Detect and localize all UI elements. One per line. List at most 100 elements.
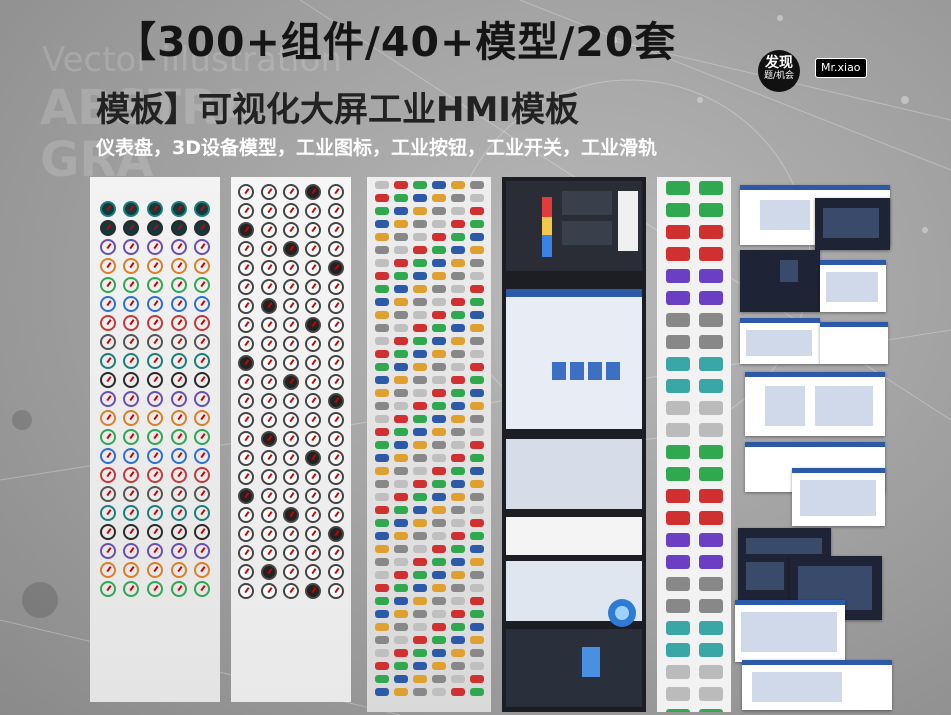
control-button-icon xyxy=(431,298,446,306)
gauge-icon xyxy=(99,543,116,559)
gauge-icon xyxy=(123,524,140,540)
control-button-icon xyxy=(374,402,389,410)
equipment-model-icon xyxy=(665,467,690,481)
control-button-icon xyxy=(469,363,484,371)
equipment-model-icon xyxy=(665,599,690,613)
meter-icon xyxy=(238,374,255,390)
control-button-icon xyxy=(393,233,408,241)
control-button-icon xyxy=(374,311,389,319)
equipment-model-icon xyxy=(665,357,690,371)
control-button-icon xyxy=(393,636,408,644)
control-button-icon xyxy=(469,311,484,319)
equipment-model-icon xyxy=(665,313,690,327)
meter-icon xyxy=(282,279,299,295)
control-button-icon xyxy=(450,363,465,371)
gauge-icon xyxy=(99,448,116,464)
control-button-icon xyxy=(393,350,408,358)
meter-icon xyxy=(327,298,344,314)
control-button-icon xyxy=(393,207,408,215)
gauge-icon xyxy=(123,391,140,407)
gauge-icon xyxy=(99,315,116,331)
control-button-icon xyxy=(393,688,408,696)
equipment-model-icon xyxy=(665,401,690,415)
gauge-icon xyxy=(123,201,140,217)
control-button-icon xyxy=(431,363,446,371)
control-button-icon xyxy=(412,441,427,449)
gauge-icon xyxy=(170,524,187,540)
equipment-model-icon xyxy=(665,445,690,459)
equipment-model-icon xyxy=(698,247,723,261)
gauge-icon xyxy=(99,372,116,388)
control-button-icon xyxy=(450,558,465,566)
gauge-icon xyxy=(194,562,211,578)
equipment-model-icon xyxy=(665,665,690,679)
control-button-icon xyxy=(431,688,446,696)
meter-icon xyxy=(238,298,255,314)
meter-icon xyxy=(260,545,277,561)
gauge-icon xyxy=(170,505,187,521)
meter-icon xyxy=(260,469,277,485)
control-button-icon xyxy=(450,545,465,553)
equipment-model-icon xyxy=(698,203,723,217)
equipment-model-icon xyxy=(665,621,690,635)
control-button-icon xyxy=(469,545,484,553)
control-button-icon xyxy=(412,662,427,670)
control-button-icon xyxy=(374,428,389,436)
gauge-icon xyxy=(99,524,116,540)
gauge-icon xyxy=(99,467,116,483)
equipment-model-icon xyxy=(665,687,690,701)
control-button-icon xyxy=(412,649,427,657)
gauge-icon xyxy=(194,429,211,445)
control-button-icon xyxy=(431,649,446,657)
equipment-model-icon xyxy=(665,379,690,393)
control-button-icon xyxy=(450,428,465,436)
gauge-icon xyxy=(123,448,140,464)
control-button-icon xyxy=(412,285,427,293)
control-button-icon xyxy=(431,519,446,527)
control-button-icon xyxy=(450,402,465,410)
control-button-icon xyxy=(450,506,465,514)
control-button-icon xyxy=(469,285,484,293)
control-button-icon xyxy=(374,558,389,566)
meter-icon xyxy=(305,488,322,504)
brand-logo: 发现 题/机会 xyxy=(758,50,800,92)
control-button-icon xyxy=(450,376,465,384)
gauge-icon xyxy=(170,334,187,350)
control-button-icon xyxy=(469,480,484,488)
gauge-icon xyxy=(123,486,140,502)
meter-icon xyxy=(327,469,344,485)
meters-sheet xyxy=(231,177,351,702)
control-button-icon xyxy=(469,389,484,397)
hmi-screen-thumbnail xyxy=(745,372,885,436)
control-button-icon xyxy=(393,415,408,423)
meter-icon xyxy=(260,583,277,599)
dashboard-ui-preview xyxy=(506,181,642,707)
equipment-model-icon xyxy=(665,577,690,591)
control-button-icon xyxy=(393,675,408,683)
gauge-icon xyxy=(99,220,116,236)
gauge-grid xyxy=(90,177,220,597)
gauge-icon xyxy=(123,220,140,236)
control-button-icon xyxy=(374,493,389,501)
gauge-icon xyxy=(170,315,187,331)
control-button-icon xyxy=(374,272,389,280)
control-button-icon xyxy=(469,454,484,462)
meter-icon xyxy=(327,260,344,276)
meter-icon xyxy=(305,412,322,428)
control-button-icon xyxy=(450,467,465,475)
gauge-icon xyxy=(170,467,187,483)
control-button-icon xyxy=(393,506,408,514)
meter-icon xyxy=(327,355,344,371)
meter-icon xyxy=(260,374,277,390)
control-button-icon xyxy=(450,597,465,605)
meter-icon xyxy=(327,184,344,200)
equipment-model-icon xyxy=(698,181,723,195)
meter-icon xyxy=(305,222,322,238)
meter-icon xyxy=(282,526,299,542)
meter-icon xyxy=(260,298,277,314)
meter-icon xyxy=(238,450,255,466)
buttons-switches-sheet xyxy=(367,177,491,712)
equipment-model-icon xyxy=(665,709,690,712)
equipment-model-icon xyxy=(698,379,723,393)
gauge-icon xyxy=(146,391,163,407)
